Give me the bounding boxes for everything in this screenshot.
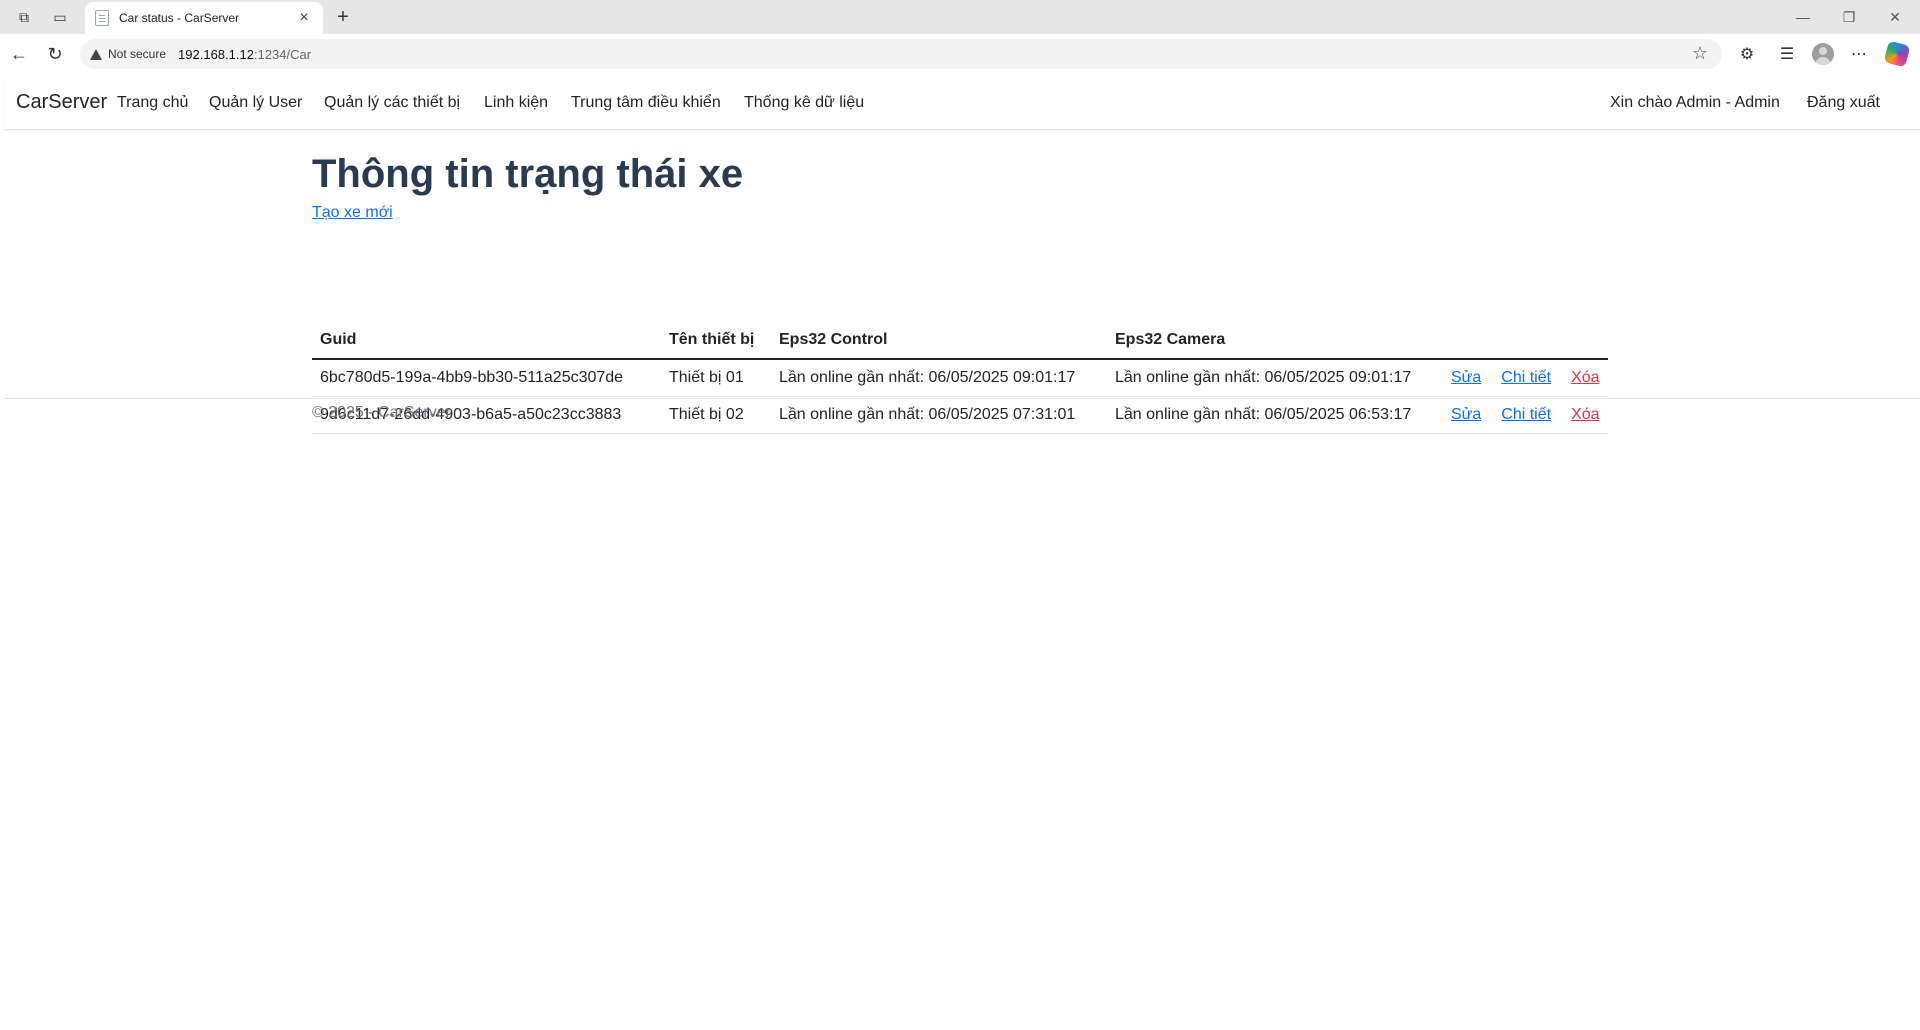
detail-link[interactable]: Chi tiết bbox=[1501, 406, 1551, 423]
brand-link[interactable]: CarServer bbox=[16, 91, 107, 114]
nav-device-management[interactable]: Quản lý các thiết bị bbox=[324, 94, 460, 112]
close-tab-icon[interactable]: × bbox=[295, 9, 313, 27]
extensions-icon[interactable]: ⚙ bbox=[1732, 40, 1762, 68]
copilot-icon[interactable] bbox=[1882, 40, 1912, 68]
cell-guid: 6bc780d5-199a-4bb9-bb30-511a25c307de bbox=[312, 359, 661, 397]
car-status-table: Guid Tên thiết bị Eps32 Control Eps32 Ca… bbox=[312, 322, 1608, 434]
nav-control-center[interactable]: Trung tâm điều khiển bbox=[571, 94, 721, 112]
workspaces-icon[interactable]: ⧉ bbox=[10, 4, 38, 30]
cell-camera-status: Lần online gần nhất: 06/05/2025 06:53:17 bbox=[1107, 396, 1443, 434]
header-actions bbox=[1443, 322, 1608, 360]
address-bar[interactable]: Not secure 192.168.1.12:1234/Car ☆ bbox=[80, 39, 1722, 69]
security-label[interactable]: Not secure bbox=[108, 47, 166, 61]
new-tab-icon[interactable]: + bbox=[330, 4, 356, 30]
cell-device-name: Thiết bị 01 bbox=[661, 359, 771, 397]
header-device-name: Tên thiết bị bbox=[661, 322, 771, 360]
browser-tab-bar: ⧉ ▭ Car status - CarServer × + — ❐ ✕ bbox=[0, 0, 1920, 34]
delete-link[interactable]: Xóa bbox=[1571, 406, 1599, 423]
browser-tab[interactable]: Car status - CarServer × bbox=[85, 2, 323, 34]
header-control: Eps32 Control bbox=[771, 322, 1107, 360]
reload-icon[interactable]: ↻ bbox=[40, 40, 70, 68]
header-camera: Eps32 Camera bbox=[1107, 322, 1443, 360]
footer-divider bbox=[4, 398, 1920, 399]
cell-control-status: Lần online gần nhất: 06/05/2025 07:31:01 bbox=[771, 396, 1107, 434]
cell-device-name: Thiết bị 02 bbox=[661, 396, 771, 434]
tab-actions-icon[interactable]: ▭ bbox=[46, 4, 74, 30]
copilot-logo bbox=[1883, 40, 1911, 68]
user-greeting[interactable]: Xin chào Admin - Admin bbox=[1610, 94, 1780, 112]
nav-components[interactable]: Linh kiện bbox=[484, 94, 548, 112]
profile-icon[interactable] bbox=[1808, 40, 1838, 68]
cell-actions: Sửa Chi tiết Xóa bbox=[1443, 396, 1608, 434]
cell-camera-status: Lần online gần nhất: 06/05/2025 09:01:17 bbox=[1107, 359, 1443, 397]
table-row: 9d6c11d7-26dd-4903-b6a5-a50c23cc3883 Thi… bbox=[312, 396, 1608, 434]
nav-statistics[interactable]: Thống kê dữ liệu bbox=[744, 94, 864, 112]
tab-title: Car status - CarServer bbox=[119, 11, 240, 25]
minimize-icon[interactable]: — bbox=[1780, 4, 1826, 30]
footer-copyright: © 2025 - CarServer bbox=[312, 404, 451, 421]
back-icon[interactable]: ← bbox=[4, 40, 34, 68]
edit-link[interactable]: Sửa bbox=[1451, 369, 1481, 386]
create-car-link[interactable]: Tạo xe mới bbox=[312, 204, 393, 222]
cell-control-status: Lần online gần nhất: 06/05/2025 09:01:17 bbox=[771, 359, 1107, 397]
page-content: CarServer Trang chủ Quản lý User Quản lý… bbox=[0, 74, 1920, 1030]
edit-link[interactable]: Sửa bbox=[1451, 406, 1481, 423]
detail-link[interactable]: Chi tiết bbox=[1501, 369, 1551, 386]
nav-home[interactable]: Trang chủ bbox=[117, 94, 188, 112]
site-navbar: CarServer Trang chủ Quản lý User Quản lý… bbox=[4, 74, 1920, 130]
close-window-icon[interactable]: ✕ bbox=[1872, 4, 1918, 30]
cell-actions: Sửa Chi tiết Xóa bbox=[1443, 359, 1608, 397]
table-header-row: Guid Tên thiết bị Eps32 Control Eps32 Ca… bbox=[312, 322, 1608, 360]
restore-icon[interactable]: ❐ bbox=[1826, 4, 1872, 30]
favorite-star-icon[interactable]: ☆ bbox=[1692, 43, 1708, 64]
header-guid: Guid bbox=[312, 322, 661, 360]
nav-user-management[interactable]: Quản lý User bbox=[209, 94, 302, 112]
delete-link[interactable]: Xóa bbox=[1571, 369, 1599, 386]
main-container: Thông tin trạng thái xe Tạo xe mới Guid … bbox=[312, 150, 1608, 434]
browser-toolbar: ← ↻ Not secure 192.168.1.12:1234/Car ☆ ⚙… bbox=[0, 34, 1920, 74]
more-menu-icon[interactable]: ⋯ bbox=[1844, 40, 1874, 68]
avatar bbox=[1812, 43, 1834, 65]
table-row: 6bc780d5-199a-4bb9-bb30-511a25c307de Thi… bbox=[312, 359, 1608, 397]
url-host: 192.168.1.12 bbox=[178, 46, 254, 62]
url-path: :1234/Car bbox=[253, 46, 312, 62]
page-favicon-icon bbox=[95, 10, 109, 26]
favorites-icon[interactable]: ☰ bbox=[1772, 40, 1802, 68]
page-title: Thông tin trạng thái xe bbox=[312, 152, 744, 196]
warning-icon bbox=[90, 48, 102, 60]
logout-link[interactable]: Đăng xuất bbox=[1807, 94, 1880, 112]
